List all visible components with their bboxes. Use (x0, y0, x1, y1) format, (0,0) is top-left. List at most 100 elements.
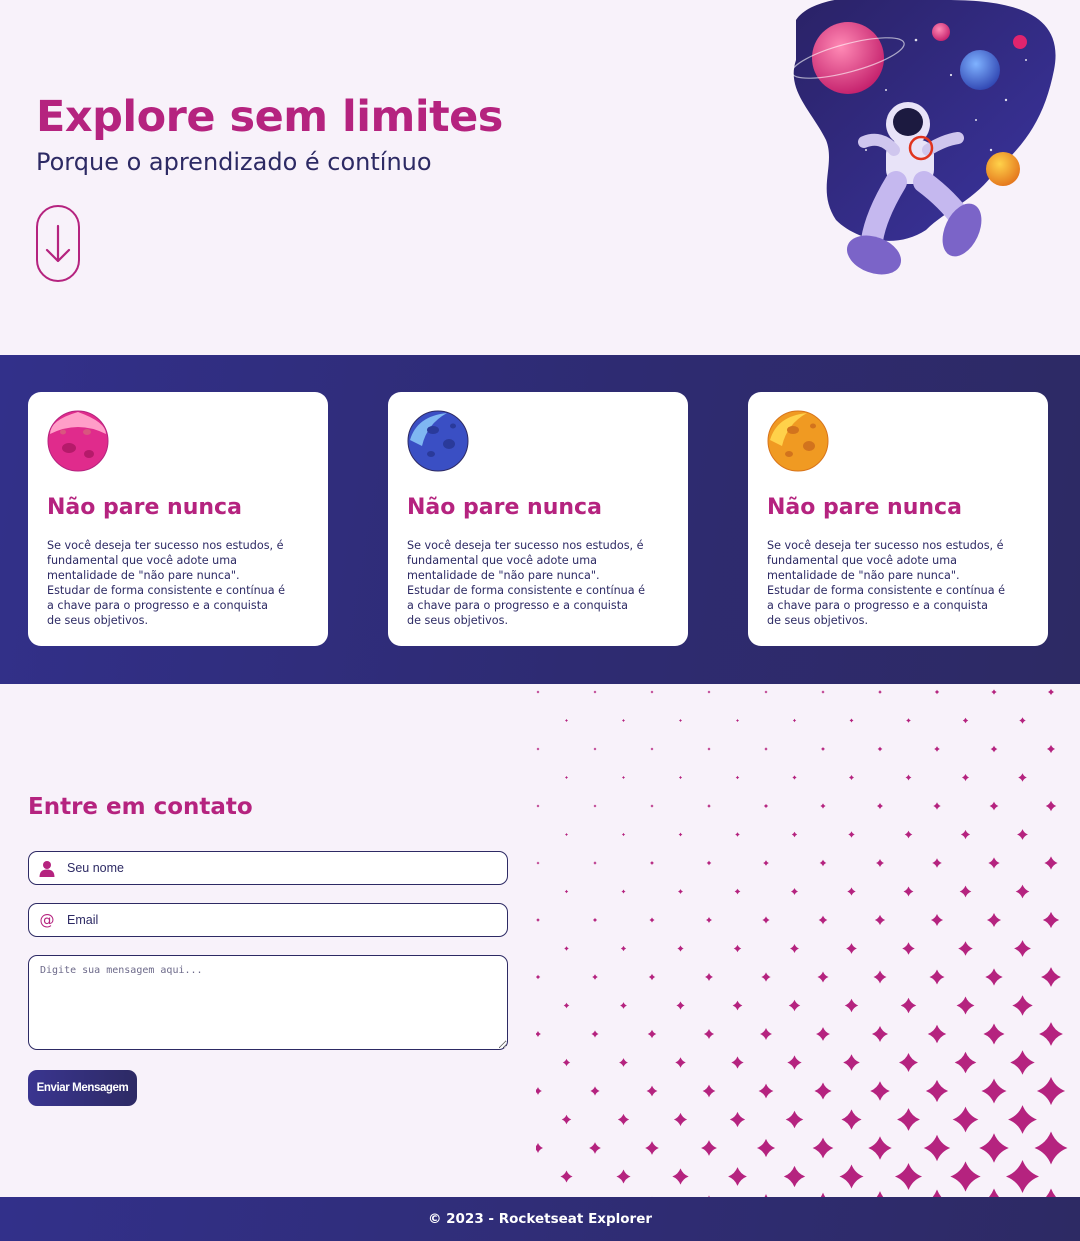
star-shape (985, 968, 1003, 986)
card: Não pare nunca Se você deseja ter sucess… (388, 392, 688, 646)
star-shape (930, 913, 944, 927)
star-shape (536, 1087, 542, 1095)
star-shape (990, 745, 998, 753)
star-shape (848, 831, 855, 838)
star-shape (962, 717, 969, 724)
star-shape (647, 1029, 657, 1039)
card: Não pare nunca Se você deseja ter sucess… (748, 392, 1048, 646)
email-input[interactable] (67, 913, 487, 927)
star-shape (929, 969, 945, 985)
star-shape (877, 746, 883, 752)
star-shape (760, 1028, 772, 1040)
star-shape (925, 1079, 949, 1103)
star-shape (705, 916, 713, 924)
star-shape (1008, 1105, 1037, 1134)
star-shape (783, 1165, 806, 1188)
star-shape (1010, 1050, 1035, 1075)
star-shape (565, 719, 568, 722)
star-shape (589, 1142, 601, 1154)
star-shape (981, 1078, 1007, 1104)
star-shape (1036, 1076, 1066, 1106)
star-shape (986, 912, 1002, 928)
star-shape (536, 804, 540, 808)
star-shape (1012, 995, 1033, 1016)
star-shape (728, 1167, 747, 1186)
star-shape (1017, 829, 1028, 840)
star-shape (906, 718, 911, 723)
card-title: Não pare nunca (767, 495, 962, 520)
star-shape (923, 1134, 951, 1162)
star-shape (703, 1028, 715, 1040)
star-shape (812, 1137, 834, 1159)
star-shape (903, 886, 914, 897)
star-shape (564, 889, 569, 894)
star-shape (762, 916, 770, 924)
card: Não pare nunca Se você deseja ter sucess… (28, 392, 328, 646)
star-shape (847, 887, 856, 896)
star-shape (927, 1024, 947, 1044)
star-shape (701, 1140, 717, 1156)
star-shape (816, 1027, 830, 1041)
star-shape (1042, 911, 1060, 929)
star-shape (1006, 1160, 1039, 1193)
star-shape (897, 1108, 920, 1131)
star-shape (792, 775, 797, 780)
at-sign-icon: @ (39, 911, 55, 929)
star-shape (706, 860, 712, 866)
star-shape (843, 1054, 860, 1071)
star-shape (536, 1031, 541, 1037)
star-shape (878, 690, 882, 694)
star-shape (814, 1082, 832, 1100)
star-shape (961, 773, 970, 782)
email-field[interactable]: @ (28, 903, 508, 937)
star-shape (820, 803, 826, 809)
star-shape (820, 746, 826, 752)
star-shape (817, 971, 829, 983)
message-textarea[interactable] (28, 955, 508, 1050)
name-field[interactable] (28, 851, 508, 885)
star-shape (1018, 773, 1027, 782)
star-shape (648, 973, 656, 981)
star-shape (593, 804, 597, 808)
user-icon (29, 860, 65, 877)
star-shape (758, 1083, 774, 1099)
hero-subtitle: Porque o aprendizado é contínuo (36, 148, 432, 176)
star-shape (645, 1141, 659, 1155)
star-shape (933, 802, 941, 810)
star-shape (593, 861, 597, 865)
star-shape (960, 829, 971, 840)
star-shape (874, 914, 886, 926)
scroll-down-button[interactable] (36, 205, 80, 282)
name-input[interactable] (67, 861, 487, 875)
star-shape (988, 1188, 1000, 1197)
star-shape (562, 1058, 571, 1067)
star-shape (950, 1161, 981, 1192)
star-shape (646, 1085, 658, 1097)
star-shape (649, 917, 655, 923)
star-shape (870, 1081, 890, 1101)
star-shape (590, 1086, 600, 1096)
footer: © 2023 - Rocketseat Explorer (0, 1197, 1080, 1241)
star-shape (1047, 688, 1055, 696)
star-shape (536, 861, 540, 865)
star-shape (536, 918, 540, 922)
star-shape (876, 802, 884, 810)
star-shape (904, 830, 913, 839)
star-shape (702, 1084, 716, 1098)
star-shape (1041, 967, 1061, 987)
send-message-button[interactable]: Enviar Mensagem (28, 1070, 137, 1106)
star-shape (954, 1051, 977, 1074)
star-shape (1044, 856, 1058, 870)
star-shape (707, 690, 711, 694)
stars-pattern (536, 688, 1068, 1197)
star-shape (621, 775, 626, 780)
star-shape (617, 1113, 630, 1126)
star-shape (846, 943, 857, 954)
star-shape (735, 718, 740, 723)
contact-title: Entre em contato (28, 794, 253, 820)
star-shape (677, 945, 684, 952)
star-shape (673, 1112, 688, 1127)
star-shape (672, 1168, 689, 1185)
star-shape (934, 746, 940, 752)
cards-section: Não pare nunca Se você deseja ter sucess… (0, 355, 1080, 684)
